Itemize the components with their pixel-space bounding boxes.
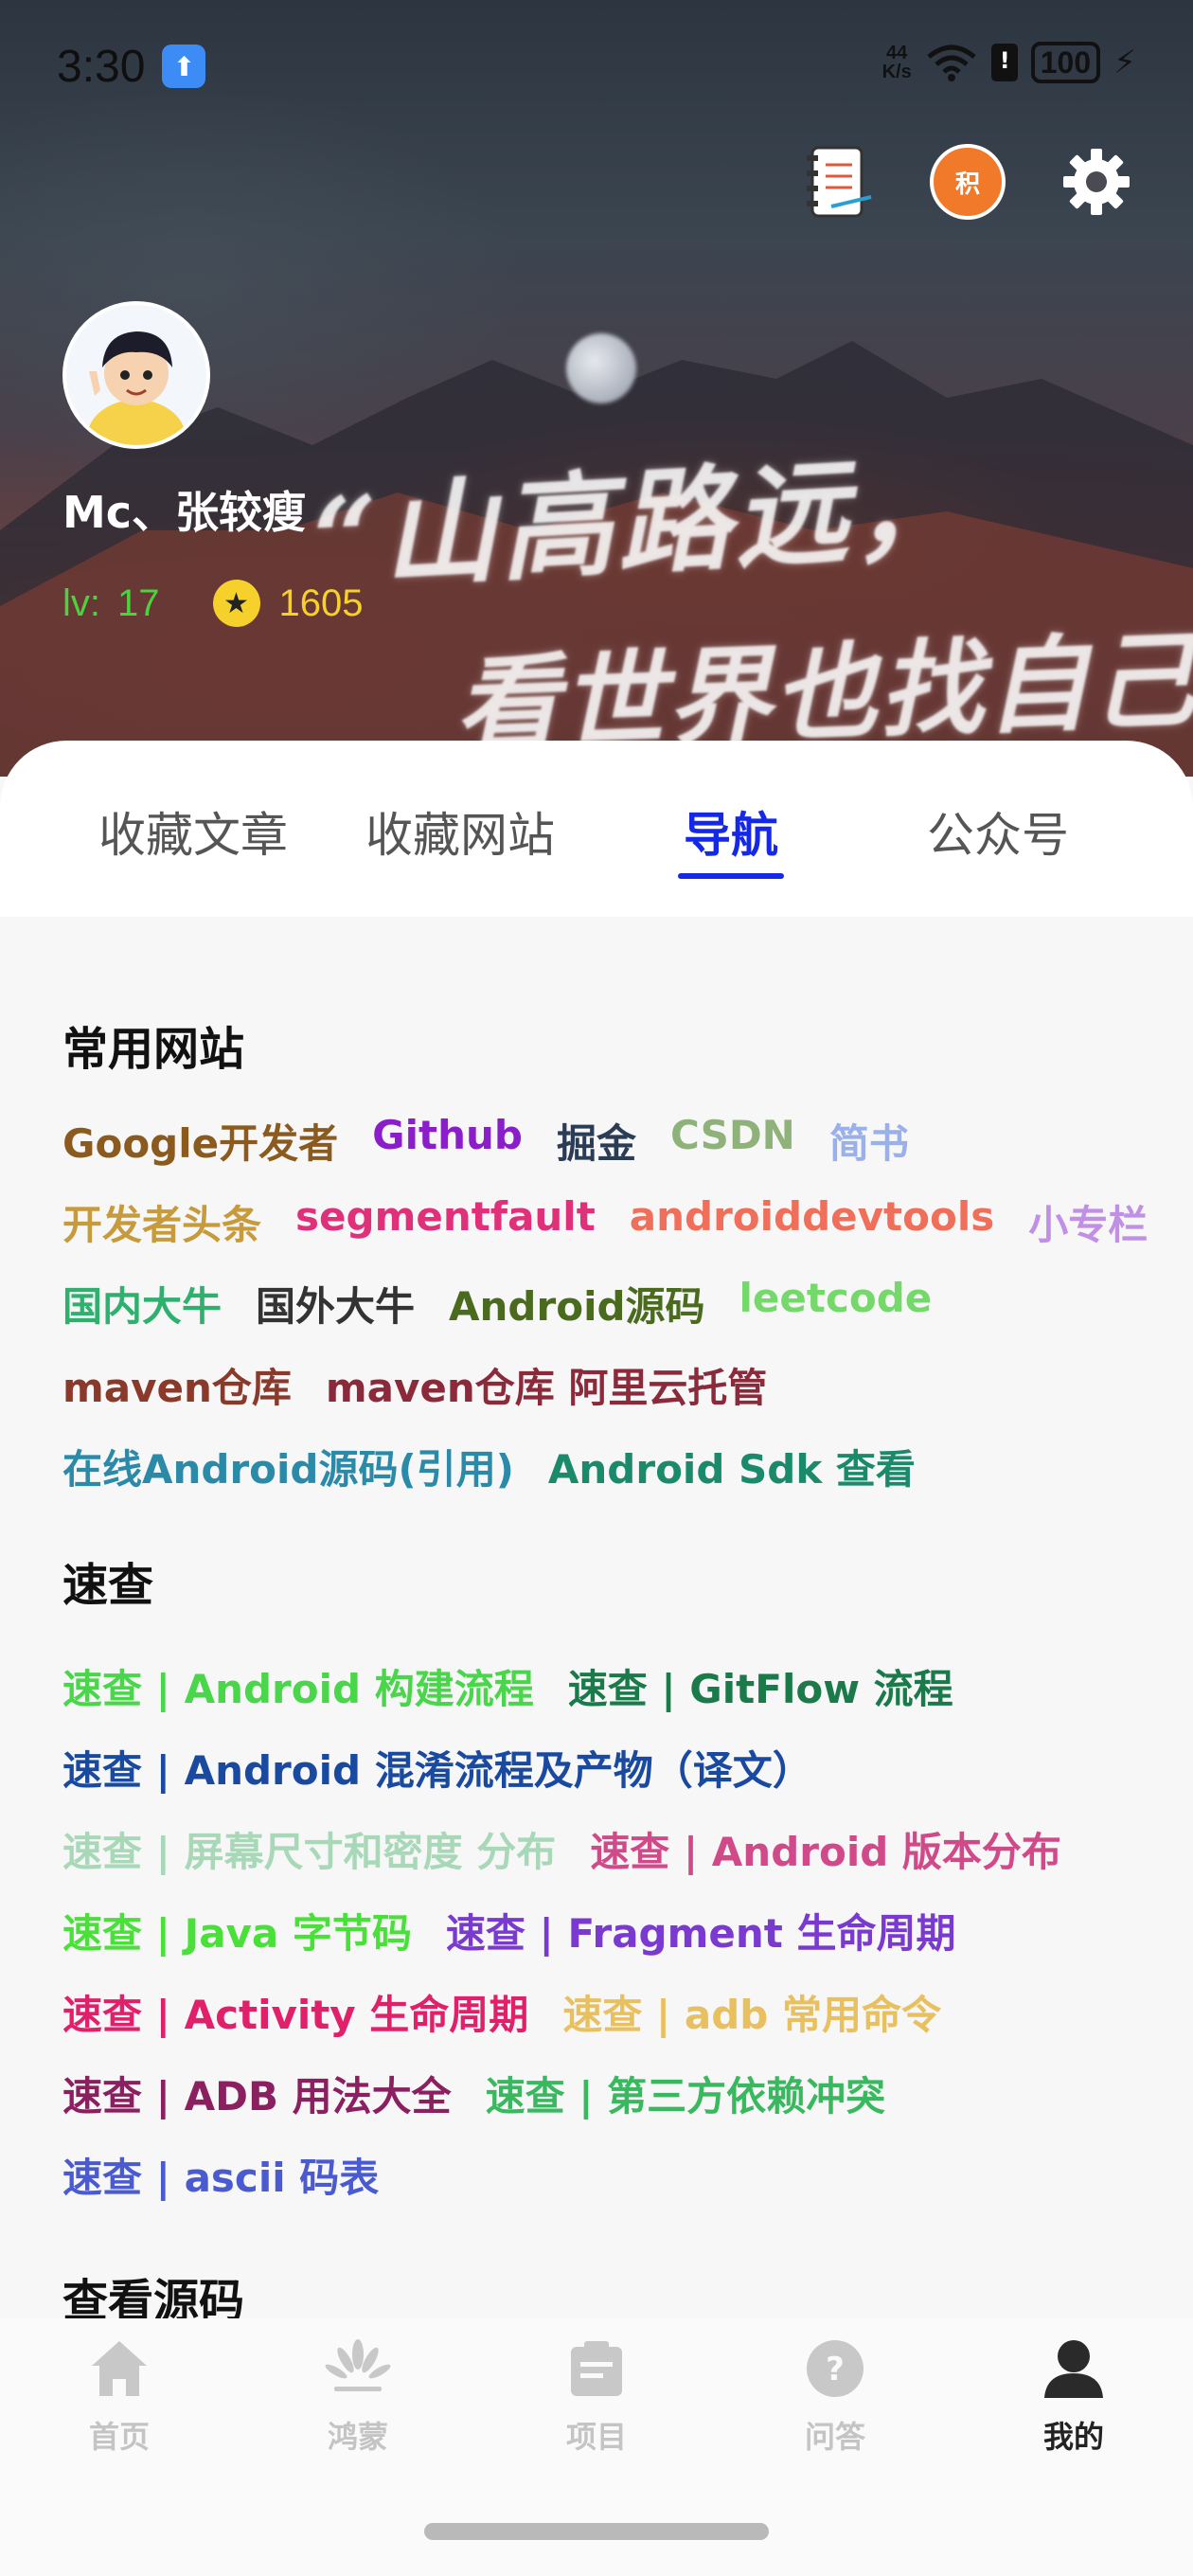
navigation-content: 常用网站 Google开发者 Github 掘金 CSDN 简书开发者头条 segment… bbox=[0, 917, 1193, 2318]
avatar-image bbox=[66, 305, 206, 445]
nav-link[interactable]: 国外大牛 bbox=[256, 1275, 415, 1333]
avatar[interactable] bbox=[62, 301, 210, 449]
nav-home-label: 首页 bbox=[88, 2419, 150, 2455]
notebook-icon bbox=[807, 146, 872, 218]
link-row: 开发者头条 segmentfault androiddevtools 小专栏 bbox=[62, 1193, 1148, 1251]
wifi-icon bbox=[927, 45, 976, 81]
nav-link[interactable]: 小专栏 bbox=[1028, 1193, 1148, 1251]
nav-home[interactable]: 首页 bbox=[34, 2335, 205, 2457]
nav-link[interactable]: 简书 bbox=[829, 1112, 909, 1170]
points-button[interactable]: 积 bbox=[928, 142, 1007, 222]
level-label: lv: bbox=[62, 581, 100, 624]
question-icon: ? bbox=[807, 2340, 864, 2397]
link-row: 速查 | Android 混淆流程及产物（译文） bbox=[62, 1739, 812, 1797]
nav-link[interactable]: 在线Android源码(引用) bbox=[62, 1438, 514, 1495]
nav-question[interactable]: ? 问答 bbox=[750, 2335, 920, 2457]
level-coins-row: lv: 17 ★ 1605 bbox=[62, 580, 363, 627]
nav-link[interactable]: Google开发者 bbox=[62, 1112, 338, 1170]
nav-profile-label: 我的 bbox=[1042, 2419, 1104, 2455]
status-time: 3:30 bbox=[57, 41, 146, 92]
nav-link[interactable]: segmentfault bbox=[295, 1193, 596, 1251]
status-bar: 3:30 ⬆ 44 K/s 100 ⚡ bbox=[0, 0, 1193, 133]
nav-link[interactable]: Android Sdk 查看 bbox=[548, 1438, 916, 1495]
link-row: 国内大牛 国外大牛 Android源码 leetcode bbox=[62, 1275, 932, 1333]
coins-value[interactable]: 1605 bbox=[279, 582, 364, 625]
svg-text:?: ? bbox=[826, 2351, 845, 2388]
link-row: 速查 | ADB 用法大全 速查 | 第三方依赖冲突 bbox=[62, 2065, 885, 2122]
nav-link[interactable]: 速查 | Fragment 生命周期 bbox=[446, 1902, 956, 1959]
app-notification-icon: ⬆ bbox=[162, 45, 206, 88]
nav-link[interactable]: 掘金 bbox=[557, 1112, 636, 1170]
nav-link[interactable]: 国内大牛 bbox=[62, 1275, 222, 1333]
project-icon bbox=[571, 2341, 622, 2396]
username: Mc、张较瘦 bbox=[62, 487, 307, 538]
nav-link[interactable]: maven仓库 bbox=[62, 1356, 292, 1414]
nav-harmony[interactable]: 鸿蒙 bbox=[273, 2335, 443, 2457]
nav-link[interactable]: Android源码 bbox=[449, 1275, 705, 1333]
section-title-quick: 速查 bbox=[62, 1559, 154, 1612]
tab-navigation[interactable]: 导航 bbox=[608, 797, 854, 873]
nav-harmony-label: 鸿蒙 bbox=[327, 2419, 388, 2455]
coin-icon: ★ bbox=[212, 580, 260, 627]
nav-link[interactable]: 速查 | 第三方依赖冲突 bbox=[486, 2065, 886, 2122]
profile-icon bbox=[1044, 2340, 1103, 2398]
tab-official-accounts[interactable]: 公众号 bbox=[875, 797, 1121, 873]
link-row: 速查 | Android 构建流程 速查 | GitFlow 流程 bbox=[62, 1657, 953, 1715]
link-row: Google开发者 Github 掘金 CSDN 简书 bbox=[62, 1112, 909, 1170]
tab-saved-articles[interactable]: 收藏文章 bbox=[70, 797, 316, 873]
link-row: 速查 | Activity 生命周期 速查 | adb 常用命令 bbox=[62, 1983, 941, 2041]
settings-button[interactable] bbox=[1057, 142, 1136, 222]
nav-link[interactable]: androiddevtools bbox=[630, 1193, 994, 1251]
nav-link[interactable]: maven仓库 阿里云托管 bbox=[326, 1356, 768, 1414]
nav-project[interactable]: 项目 bbox=[511, 2335, 682, 2457]
link-row: 速查 | ascii 码表 bbox=[62, 2146, 379, 2204]
section-title-source: 查看源码 bbox=[62, 2275, 245, 2318]
notebook-button[interactable] bbox=[799, 142, 879, 222]
nav-link[interactable]: CSDN bbox=[670, 1112, 795, 1170]
nav-link[interactable]: leetcode bbox=[739, 1275, 933, 1333]
nav-link[interactable]: 速查 | Activity 生命周期 bbox=[62, 1983, 528, 2041]
nav-link[interactable]: 速查 | Android 构建流程 bbox=[62, 1657, 534, 1715]
tab-active-indicator bbox=[678, 873, 784, 879]
sim-alert-icon bbox=[990, 44, 1018, 81]
home-icon bbox=[92, 2341, 147, 2396]
tab-saved-sites[interactable]: 收藏网站 bbox=[337, 797, 583, 873]
nav-profile[interactable]: 我的 bbox=[988, 2335, 1159, 2457]
nav-link[interactable]: 速查 | 屏幕尺寸和密度 分布 bbox=[62, 1820, 556, 1878]
moon bbox=[566, 333, 636, 403]
nav-link[interactable]: 速查 | adb 常用命令 bbox=[562, 1983, 941, 2041]
link-row: 速查 | 屏幕尺寸和密度 分布 速查 | Android 版本分布 bbox=[62, 1820, 1061, 1878]
nav-link[interactable]: 速查 | Android 混淆流程及产物（译文） bbox=[62, 1739, 812, 1797]
nav-link[interactable]: 速查 | Java 字节码 bbox=[62, 1902, 412, 1959]
network-speed: 44 K/s bbox=[882, 44, 912, 81]
home-indicator[interactable] bbox=[424, 2523, 769, 2540]
battery-level: 100 bbox=[1040, 45, 1092, 80]
nav-link[interactable]: 速查 | GitFlow 流程 bbox=[568, 1657, 953, 1715]
nav-link[interactable]: 开发者头条 bbox=[62, 1193, 261, 1251]
header-actions: 积 bbox=[799, 142, 1136, 222]
network-speed-value: 44 bbox=[886, 43, 908, 63]
network-speed-unit: K/s bbox=[881, 62, 912, 82]
link-row: 速查 | Java 字节码 速查 | Fragment 生命周期 bbox=[62, 1902, 955, 1959]
tab-bar: 收藏文章 收藏网站 导航 公众号 bbox=[0, 741, 1193, 917]
settings-icon bbox=[1063, 149, 1130, 215]
nav-link[interactable]: 速查 | ascii 码表 bbox=[62, 2146, 379, 2204]
nav-question-label: 问答 bbox=[804, 2419, 865, 2455]
section-title-common-sites: 常用网站 bbox=[62, 1023, 245, 1076]
nav-link[interactable]: Github bbox=[372, 1112, 523, 1170]
status-indicators: 44 K/s 100 ⚡ bbox=[882, 42, 1136, 83]
charging-icon: ⚡ bbox=[1113, 44, 1136, 81]
nav-link[interactable]: 速查 | Android 版本分布 bbox=[590, 1820, 1061, 1878]
harmony-icon bbox=[325, 2339, 391, 2391]
background-quote-line1: “山高路远， bbox=[310, 438, 972, 608]
link-row: 在线Android源码(引用) Android Sdk 查看 bbox=[62, 1438, 916, 1495]
level-value: 17 bbox=[117, 581, 160, 624]
nav-link[interactable]: 速查 | ADB 用法大全 bbox=[62, 2065, 452, 2122]
link-row: maven仓库 maven仓库 阿里云托管 bbox=[62, 1356, 767, 1414]
nav-project-label: 项目 bbox=[565, 2419, 627, 2455]
points-icon: 积 bbox=[930, 144, 1006, 220]
battery-indicator: 100 bbox=[1030, 42, 1101, 83]
